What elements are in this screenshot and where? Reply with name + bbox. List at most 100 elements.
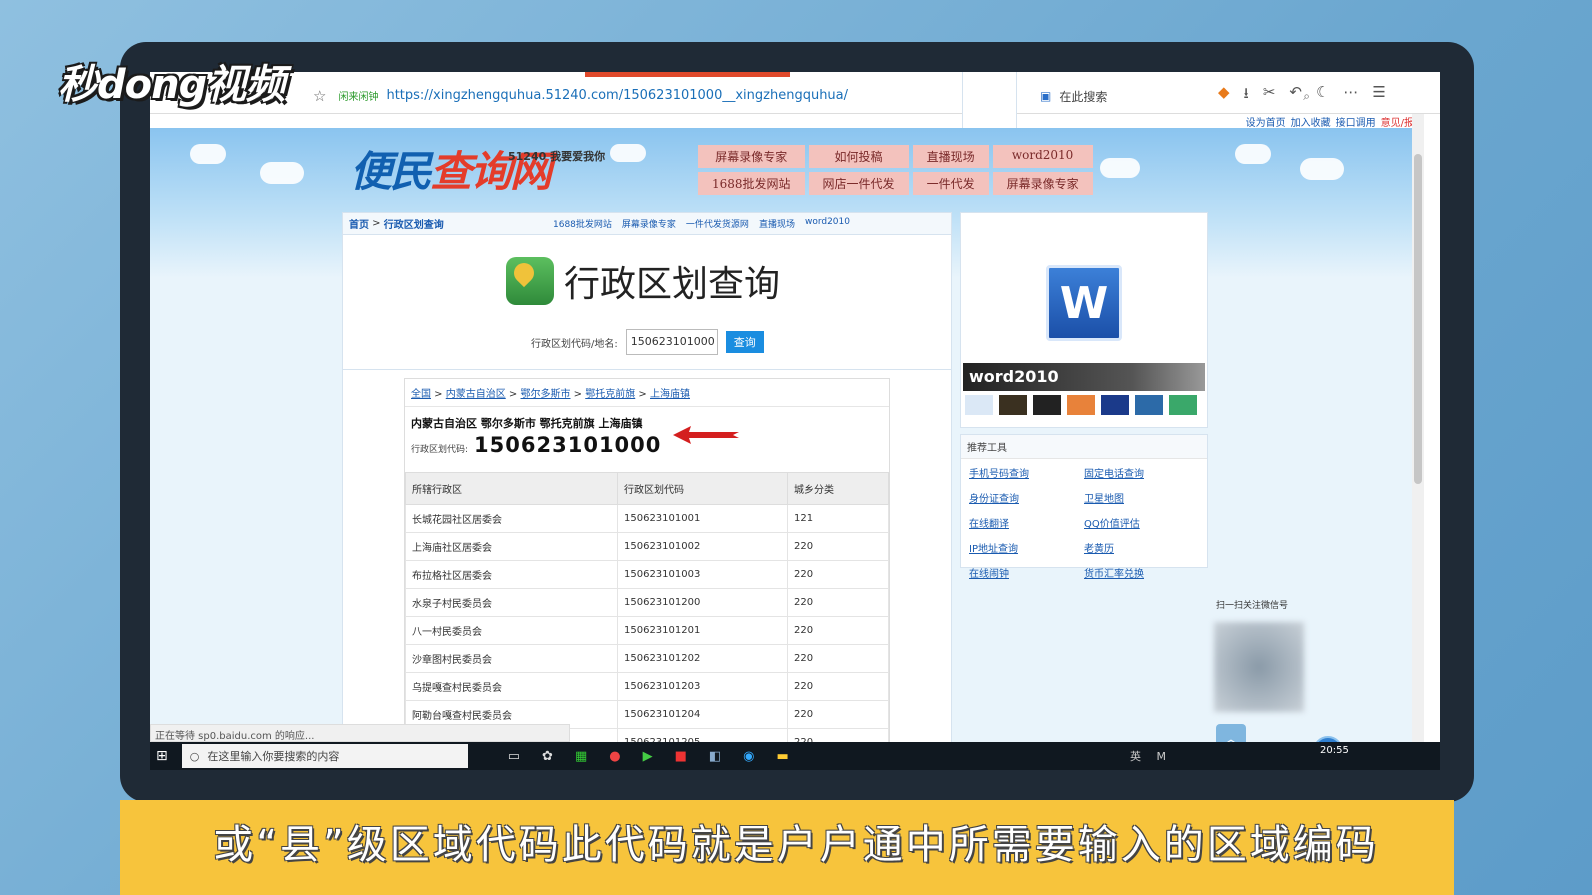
- breadcrumb: 首页 > 行政区划查询 1688批发网站 屏幕录像专家 一件代发货源网 直播现场…: [343, 213, 951, 235]
- browser-app-icon[interactable]: ◉: [743, 749, 754, 764]
- tool-link[interactable]: 固定电话查询: [1084, 465, 1199, 480]
- cell-area[interactable]: 八一村民委员会: [405, 616, 618, 645]
- column-header: 所辖行政区: [405, 472, 618, 505]
- top-link[interactable]: 设为首页: [1246, 114, 1286, 129]
- breadcrumb-home[interactable]: 首页: [349, 216, 369, 231]
- subdivision-table: 所辖行政区 行政区划代码 城乡分类 长城花园社区居委会 150623101001 1…: [405, 472, 889, 756]
- logo-text: 便民: [350, 147, 432, 196]
- crumb-link[interactable]: 屏幕录像专家: [622, 217, 676, 230]
- app-icon[interactable]: ▦: [575, 749, 587, 764]
- scissors-icon[interactable]: ✂: [1263, 83, 1276, 108]
- app-icon[interactable]: ◧: [709, 749, 721, 764]
- nav-button[interactable]: 一件代发: [912, 172, 989, 195]
- nav-button[interactable]: 1688批发网站: [698, 172, 805, 195]
- app-icon[interactable]: ✿: [542, 749, 553, 764]
- taskbar-clock[interactable]: 20:55: [1320, 745, 1349, 756]
- tool-link[interactable]: QQ价值评估: [1084, 515, 1199, 530]
- nav-button[interactable]: 屏幕录像专家: [992, 172, 1093, 195]
- thumbnail-icon[interactable]: [1033, 395, 1061, 415]
- menu-icon[interactable]: ☰: [1372, 83, 1385, 108]
- cell-class: 220: [787, 700, 889, 729]
- cell-area[interactable]: 长城花园社区居委会: [405, 504, 618, 533]
- game-icon[interactable]: ◆: [1218, 83, 1230, 108]
- crumb-link[interactable]: 一件代发货源网: [686, 217, 749, 230]
- system-tray[interactable]: 英 M: [1130, 748, 1172, 764]
- app-icon[interactable]: ●: [609, 749, 620, 764]
- cell-area[interactable]: 布拉格社区居委会: [405, 560, 618, 589]
- thumbnail-icon[interactable]: [999, 395, 1027, 415]
- table-row: 八一村民委员会 150623101201 220: [405, 616, 889, 645]
- table-row: 沙章图村民委员会 150623101202 220: [405, 644, 889, 673]
- nav-button[interactable]: word2010: [992, 145, 1093, 168]
- tools-title: 推荐工具: [961, 435, 1207, 459]
- red-arrow-icon: [673, 426, 739, 444]
- cloud-decoration: [190, 144, 226, 164]
- address-bar[interactable]: ☆ 闲来闲钟 https://xingzhengquhua.51240.com/…: [150, 72, 1440, 166]
- url-text[interactable]: https://xingzhengquhua.51240.com/1506231…: [386, 88, 848, 103]
- path-link[interactable]: 鄂尔多斯市: [521, 389, 571, 400]
- tool-link[interactable]: 手机号码查询: [969, 465, 1084, 480]
- ad-title[interactable]: word2010: [963, 363, 1205, 391]
- windows-start-icon[interactable]: ⊞: [156, 748, 168, 764]
- path-link[interactable]: 上海庙镇: [650, 389, 690, 400]
- download-icon[interactable]: ⭳: [1244, 83, 1249, 108]
- tool-link[interactable]: 老黄历: [1084, 540, 1199, 555]
- cell-area[interactable]: 水泉子村民委员会: [405, 588, 618, 617]
- cell-class: 220: [787, 560, 889, 589]
- crumb-link[interactable]: 1688批发网站: [553, 217, 612, 230]
- app-icon[interactable]: ■: [675, 749, 687, 764]
- cell-area[interactable]: 乌提嘎查村民委员会: [405, 672, 618, 701]
- thumbnail-icon[interactable]: [1169, 395, 1197, 415]
- tool-link[interactable]: 在线翻译: [969, 515, 1084, 530]
- nav-button[interactable]: 网店一件代发: [808, 172, 909, 195]
- thumbnail-icon[interactable]: [1101, 395, 1129, 415]
- path-link[interactable]: 内蒙古自治区: [446, 389, 506, 400]
- column-header: 城乡分类: [787, 472, 889, 505]
- active-tab-indicator: [585, 72, 790, 77]
- tool-link[interactable]: 身份证查询: [969, 490, 1084, 505]
- code-input[interactable]: 150623101000: [625, 329, 718, 355]
- undo-icon[interactable]: ↶: [1289, 83, 1302, 108]
- cell-class: 220: [787, 644, 889, 673]
- page-title: 行政区划查询: [564, 264, 781, 305]
- taskbar: ⊞ ○ 在这里输入你要搜索的内容 ▭ ✿ ▦ ● ▶ ■ ◧ ◉ ▬ 英 M 2…: [150, 742, 1440, 770]
- cell-code: 150623101204: [617, 700, 788, 729]
- thumbnail-icon[interactable]: [1067, 395, 1095, 415]
- status-bar: 正在等待 sp0.baidu.com 的响应...: [150, 724, 570, 742]
- path-link[interactable]: 鄂托克前旗: [585, 389, 635, 400]
- qr-label: 扫一扫关注微信号: [1216, 601, 1289, 611]
- tool-link[interactable]: 卫星地图: [1084, 490, 1199, 505]
- crumb-links: 1688批发网站 屏幕录像专家 一件代发货源网 直播现场 word2010: [553, 217, 850, 230]
- scrollbar[interactable]: [1412, 114, 1424, 754]
- top-link[interactable]: 接口调用: [1336, 114, 1376, 129]
- cell-class: 220: [787, 672, 889, 701]
- nav-button[interactable]: 屏幕录像专家: [698, 145, 805, 168]
- tool-link[interactable]: IP地址查询: [969, 540, 1084, 555]
- more-icon[interactable]: ⋯: [1343, 83, 1358, 108]
- top-link[interactable]: 加入收藏: [1291, 114, 1331, 129]
- path-link[interactable]: 全国: [411, 389, 431, 400]
- thumbnail-icon[interactable]: [965, 395, 993, 415]
- crumb-link[interactable]: word2010: [805, 217, 850, 230]
- tool-link[interactable]: 在线闹钟: [969, 565, 1084, 580]
- crumb-link[interactable]: 直播现场: [759, 217, 795, 230]
- scrollbar-thumb[interactable]: [1414, 154, 1422, 484]
- logo-subtitle: 51240 我要爱我你: [508, 150, 606, 163]
- moon-icon[interactable]: ☾: [1316, 83, 1329, 108]
- query-button[interactable]: 查询: [725, 331, 764, 353]
- top-links: 设为首页 加入收藏 接口调用 意见/报错: [1246, 114, 1424, 129]
- cell-class: 121: [787, 504, 889, 533]
- breadcrumb-current[interactable]: 行政区划查询: [384, 216, 444, 231]
- nav-button[interactable]: 直播现场: [912, 145, 989, 168]
- star-icon[interactable]: ☆: [313, 87, 326, 105]
- ad-box[interactable]: W word2010: [960, 212, 1208, 428]
- folder-icon[interactable]: ▬: [777, 749, 789, 764]
- cell-area[interactable]: 沙章图村民委员会: [405, 644, 618, 673]
- cell-area[interactable]: 上海庙社区居委会: [405, 532, 618, 561]
- taskbar-search[interactable]: ○ 在这里输入你要搜索的内容: [181, 744, 468, 768]
- task-view-icon[interactable]: ▭: [508, 749, 520, 764]
- nav-button[interactable]: 如何投稿: [808, 145, 909, 168]
- tool-link[interactable]: 货币汇率兑换: [1084, 565, 1199, 580]
- app-icon[interactable]: ▶: [643, 749, 653, 764]
- thumbnail-icon[interactable]: [1135, 395, 1163, 415]
